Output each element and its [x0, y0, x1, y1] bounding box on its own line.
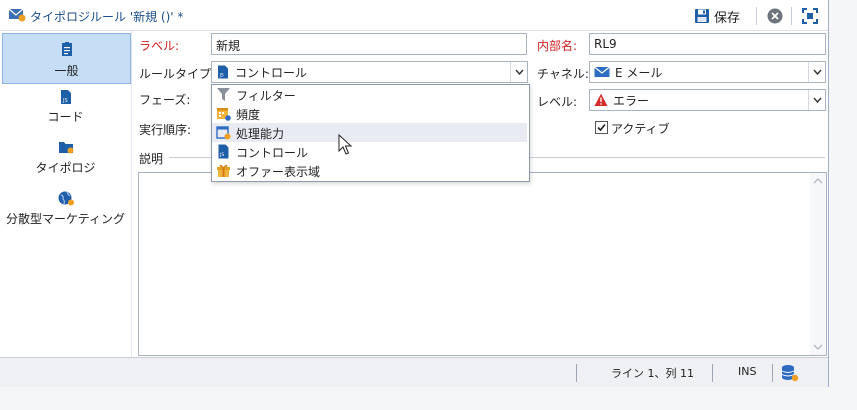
option-label: 頻度: [236, 108, 261, 122]
phase-caption: フェーズ:: [139, 93, 191, 107]
chevron-down-icon[interactable]: [808, 62, 825, 82]
order-caption: 実行順序:: [139, 123, 192, 137]
frequency-calendar-icon: [217, 108, 231, 121]
general-icon: [61, 42, 72, 56]
scroll-up-icon[interactable]: [810, 175, 826, 187]
typology-folder-icon: [58, 142, 73, 154]
status-bar: ライン 1、列 11 INS: [0, 357, 828, 387]
option-label: フィルター: [236, 89, 296, 103]
level-select[interactable]: エラー: [589, 89, 826, 111]
rule-type-value: コントロール: [235, 65, 308, 80]
option-label: コントロール: [236, 146, 309, 160]
typology-rule-icon: [8, 8, 26, 22]
sidebar-item-distributed-marketing[interactable]: 分散型マーケティング: [2, 187, 129, 229]
general-form: ラベル: 新規 内部名: RL9 ルールタイプ: JS コントロール チャネル:…: [131, 31, 828, 357]
sidebar-item-typology[interactable]: タイポロジ: [2, 137, 129, 177]
chevron-down-icon[interactable]: [808, 90, 825, 110]
level-value: エラー: [613, 93, 650, 108]
level-caption: レベル:: [537, 95, 578, 109]
channel-select[interactable]: E メール: [589, 61, 826, 83]
cursor-position: ライン 1、列 11: [611, 367, 694, 380]
sidebar-item-label: 一般: [54, 64, 79, 78]
sidebar-item-code[interactable]: JS コード: [2, 87, 129, 127]
internal-name-field[interactable]: RL9: [589, 33, 826, 55]
channel-caption: チャネル:: [537, 67, 589, 81]
window-title: タイポロジルール '新規 ()' *: [30, 10, 184, 24]
toolbar-separator: [791, 7, 792, 25]
sidebar-item-general[interactable]: 一般: [2, 33, 131, 84]
option-label: オファー表示域: [236, 165, 321, 179]
sidebar-item-label: タイポロジ: [35, 161, 96, 175]
status-separator: [772, 364, 773, 382]
save-button[interactable]: 保存: [694, 6, 740, 26]
description-caption: 説明: [139, 152, 164, 166]
dropdown-option-frequency[interactable]: 頻度: [212, 104, 527, 123]
vertical-scrollbar[interactable]: [810, 173, 826, 355]
email-icon: [594, 66, 610, 77]
globe-icon: [58, 191, 74, 206]
svg-text:JS: JS: [62, 98, 68, 104]
database-icon[interactable]: [781, 364, 799, 382]
filter-icon: [217, 88, 230, 101]
title-bar: タイポロジルール '新規 ()' * 保存: [0, 0, 828, 31]
rule-editor-window: タイポロジルール '新規 ()' * 保存 一般 JS コード タイポロジ 分散…: [0, 0, 829, 387]
cancel-icon[interactable]: [766, 7, 784, 25]
internal-name-caption: 内部名:: [537, 39, 578, 53]
error-warning-icon: [594, 93, 608, 106]
js-control-icon: JS: [218, 144, 229, 159]
active-checkbox[interactable]: [595, 121, 608, 134]
checkmark-icon: [597, 123, 606, 132]
scroll-down-icon[interactable]: [810, 341, 826, 353]
sidebar-item-label: 分散型マーケティング: [5, 212, 126, 226]
gift-icon: [217, 164, 230, 177]
sidebar-item-label: コード: [47, 110, 84, 124]
floppy-disk-icon: [695, 9, 709, 23]
svg-text:JS: JS: [219, 73, 224, 79]
active-label: アクティブ: [611, 122, 670, 136]
js-code-icon: JS: [60, 90, 71, 104]
status-separator: [712, 364, 713, 382]
save-label: 保存: [714, 10, 741, 26]
status-separator: [576, 364, 577, 382]
option-label: 処理能力: [236, 127, 285, 141]
toolbar-separator: [756, 7, 757, 25]
dropdown-option-filter[interactable]: フィルター: [212, 85, 527, 104]
capacity-calendar-icon: [216, 126, 231, 140]
label-field[interactable]: 新規: [211, 33, 527, 55]
js-control-icon: JS: [218, 65, 228, 79]
rule-type-caption: ルールタイプ:: [139, 67, 216, 81]
channel-value: E メール: [615, 65, 663, 80]
label-caption: ラベル:: [139, 39, 180, 53]
insert-mode: INS: [738, 365, 757, 378]
maximize-icon[interactable]: [801, 7, 819, 25]
dropdown-option-offer-space[interactable]: オファー表示域: [212, 161, 527, 180]
dropdown-option-control[interactable]: JS コントロール: [212, 142, 527, 161]
dropdown-option-capacity[interactable]: 処理能力: [212, 123, 527, 142]
sidebar: 一般 JS コード タイポロジ 分散型マーケティング: [0, 31, 132, 357]
svg-text:JS: JS: [219, 152, 224, 158]
rule-type-dropdown-list: フィルター 頻度 処理能力 JS コントロール オファー表示域: [211, 84, 530, 182]
description-textarea[interactable]: [138, 172, 827, 356]
chevron-down-icon[interactable]: [510, 62, 527, 82]
rule-type-select[interactable]: JS コントロール: [211, 61, 528, 83]
mouse-pointer-icon: [338, 134, 352, 155]
